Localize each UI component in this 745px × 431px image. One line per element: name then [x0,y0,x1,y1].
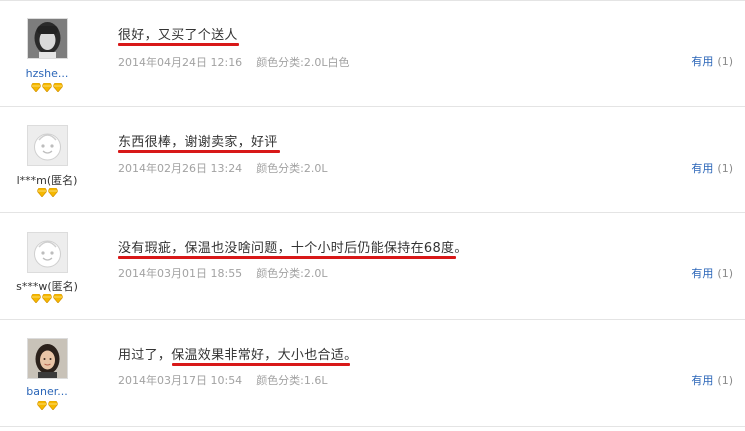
highlight-underline [118,150,280,153]
review-meta: 2014年04月24日 12:16 颜色分类:2.0L白色 [118,54,350,70]
user-avatar[interactable] [27,125,68,166]
review-date: 2014年02月26日 13:24 [118,162,243,175]
useful-button[interactable]: 有用 [691,374,713,387]
reputation-badges [0,83,94,92]
review-date: 2014年03月01日 18:55 [118,267,243,280]
product-attribute: 颜色分类:1.6L [256,374,328,387]
diamond-badge-icon [47,188,58,197]
review-list: hzshe... 很好，又买了个送人 2014年04月24日 12:16 颜色分类… [0,0,745,431]
review-meta: 2014年03月17日 10:54 颜色分类:1.6L [118,372,328,388]
review-meta: 2014年03月01日 18:55 颜色分类:2.0L [118,265,328,281]
review-text: 东西很棒，谢谢卖家，好评 [118,135,278,150]
reviewer-name: l***m(匿名) [16,174,78,187]
useful-vote: 有用 (1) [691,160,733,176]
useful-count: (1) [717,374,733,387]
review-date: 2014年03月17日 10:54 [118,374,243,387]
reputation-badges [0,294,94,303]
review-item: hzshe... 很好，又买了个送人 2014年04月24日 12:16 颜色分类… [0,0,745,107]
highlight-underline [172,363,350,366]
useful-vote: 有用 (1) [691,53,733,69]
reviewer-name[interactable]: baner... [0,385,94,398]
review-date: 2014年04月24日 12:16 [118,56,243,69]
useful-count: (1) [717,55,733,68]
reviewer-name[interactable]: hzshe... [0,67,94,80]
diamond-badge-icon [36,401,47,410]
user-avatar[interactable] [27,18,68,59]
product-attribute: 颜色分类:2.0L [256,267,328,280]
review-item: baner... 用过了，保温效果非常好，大小也合适。 2014年03月17日 … [0,319,745,427]
useful-vote: 有用 (1) [691,265,733,281]
product-attribute: 颜色分类:2.0L [256,162,328,175]
product-attribute: 颜色分类:2.0L白色 [256,56,350,69]
user-avatar[interactable] [27,232,68,273]
useful-count: (1) [717,162,733,175]
useful-button[interactable]: 有用 [691,55,713,68]
review-meta: 2014年02月26日 13:24 颜色分类:2.0L [118,160,328,176]
diamond-badge-icon [42,83,52,92]
reviewer-name: s***w(匿名) [16,280,78,293]
diamond-badge-icon [31,83,41,92]
reputation-badges [0,188,94,197]
useful-vote: 有用 (1) [691,372,733,388]
highlight-underline [118,43,239,46]
useful-button[interactable]: 有用 [691,162,713,175]
diamond-badge-icon [53,294,63,303]
diamond-badge-icon [42,294,52,303]
review-text: 没有瑕疵，保温也没啥问题，十个小时后仍能保持在68度。 [118,241,468,256]
diamond-badge-icon [31,294,41,303]
diamond-badge-icon [53,83,63,92]
diamond-badge-icon [47,401,58,410]
review-item: s***w(匿名) 没有瑕疵，保温也没啥问题，十个小时后仍能保持在68度。 20… [0,212,745,320]
highlight-underline [118,256,456,259]
review-text: 用过了，保温效果非常好，大小也合适。 [118,348,358,363]
reputation-badges [0,401,94,410]
useful-count: (1) [717,267,733,280]
diamond-badge-icon [36,188,47,197]
review-item: l***m(匿名) 东西很棒，谢谢卖家，好评 2014年02月26日 13:24… [0,106,745,213]
user-avatar[interactable] [27,338,68,379]
useful-button[interactable]: 有用 [691,267,713,280]
review-text: 很好，又买了个送人 [118,28,238,43]
